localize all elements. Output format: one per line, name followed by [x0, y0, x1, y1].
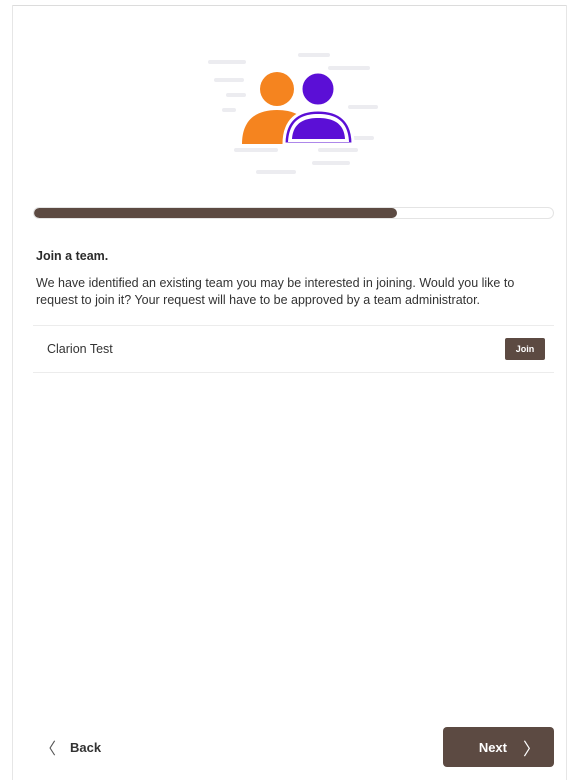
team-people-illustration-icon	[208, 53, 378, 174]
join-team-button[interactable]: Join	[505, 338, 545, 360]
back-button[interactable]: 〈 Back	[40, 734, 101, 760]
chevron-right-icon: 〉	[523, 739, 540, 759]
back-button-label: Back	[70, 739, 102, 755]
team-row: Clarion Test Join	[33, 325, 554, 373]
section-description: We have identified an existing team you …	[36, 276, 515, 307]
progress-bar-fill	[34, 208, 398, 218]
next-button[interactable]: Next 〉	[443, 727, 554, 767]
chevron-left-icon: 〈	[40, 741, 57, 758]
team-name: Clarion Test	[47, 342, 113, 356]
onboarding-dialog: Join a team. We have identified an exist…	[0, 0, 567, 780]
next-button-label: Next	[478, 739, 507, 755]
purple-person-icon	[282, 70, 355, 146]
dialog-top-border	[12, 5, 567, 6]
dialog-left-border	[12, 5, 13, 780]
section-title: Join a team.	[36, 249, 109, 263]
progress-bar	[33, 207, 554, 219]
